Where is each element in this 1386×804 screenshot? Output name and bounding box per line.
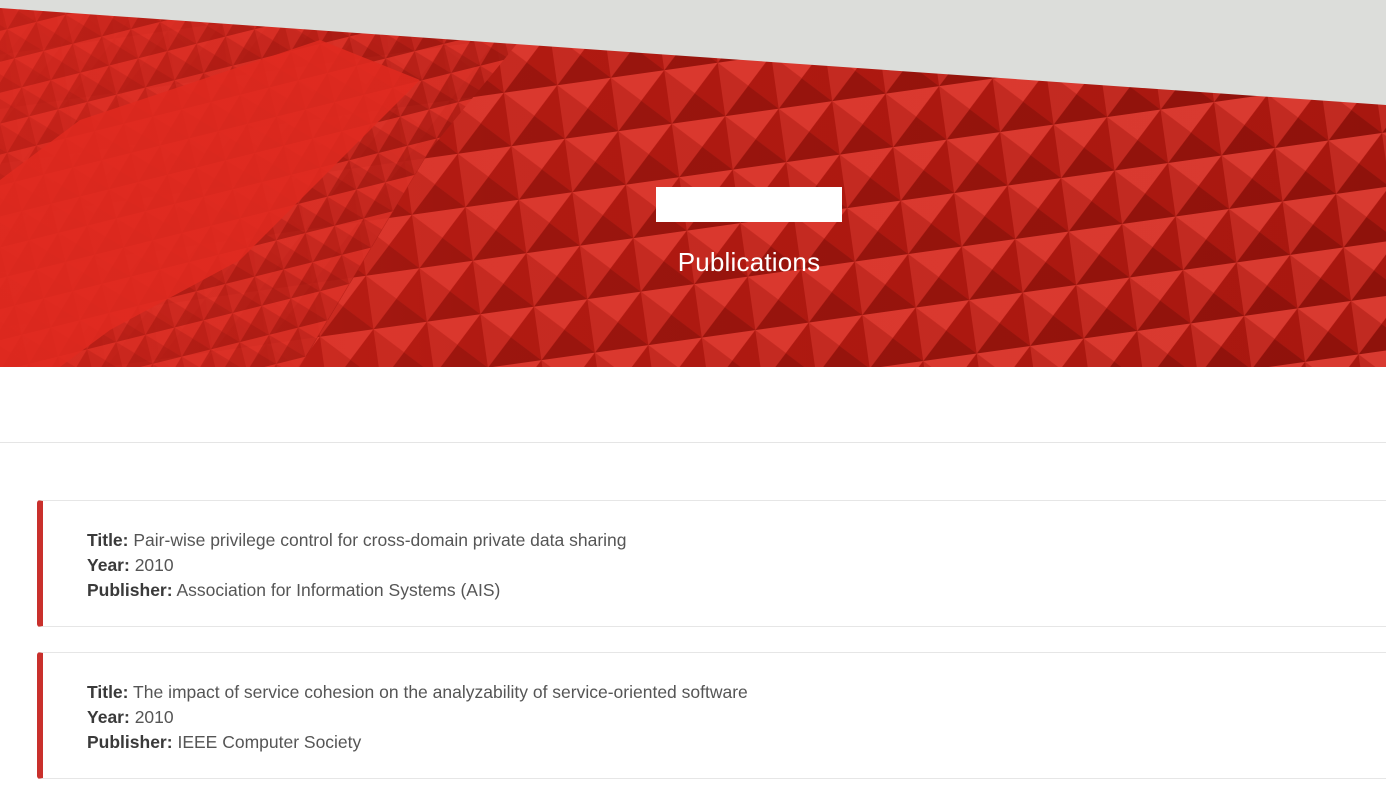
publication-year: 2010 [134, 555, 174, 575]
year-label: Year: [87, 707, 130, 727]
title-label: Title: [87, 682, 129, 702]
publication-title-row: Title: Pair-wise privilege control for c… [87, 528, 1386, 553]
publication-year-row: Year: 2010 [87, 553, 1386, 578]
publication-year: 2010 [134, 707, 174, 727]
page-title: Publications [677, 247, 821, 277]
site-logo[interactable] [656, 187, 842, 222]
publication-title-row: Title: The impact of service cohesion on… [87, 680, 1386, 705]
year-label: Year: [87, 555, 130, 575]
publication-title: The impact of service cohesion on the an… [133, 682, 748, 702]
publisher-label: Publisher: [87, 732, 173, 752]
publication-publisher: Association for Information Systems (AIS… [176, 580, 501, 600]
publication-publisher: IEEE Computer Society [177, 732, 362, 752]
publication-list: Title: Pair-wise privilege control for c… [37, 500, 1386, 804]
publication-card: Title: The impact of service cohesion on… [37, 652, 1386, 779]
section-divider [0, 442, 1386, 443]
publication-publisher-row: Publisher: IEEE Computer Society [87, 730, 1386, 755]
publication-year-row: Year: 2010 [87, 705, 1386, 730]
publication-publisher-row: Publisher: Association for Information S… [87, 578, 1386, 603]
title-label: Title: [87, 530, 129, 550]
hero-gray-wedge [0, 0, 1386, 105]
publisher-label: Publisher: [87, 580, 173, 600]
publication-card: Title: Pair-wise privilege control for c… [37, 500, 1386, 627]
page-hero: Publications [0, 0, 1386, 367]
publication-title: Pair-wise privilege control for cross-do… [133, 530, 627, 550]
